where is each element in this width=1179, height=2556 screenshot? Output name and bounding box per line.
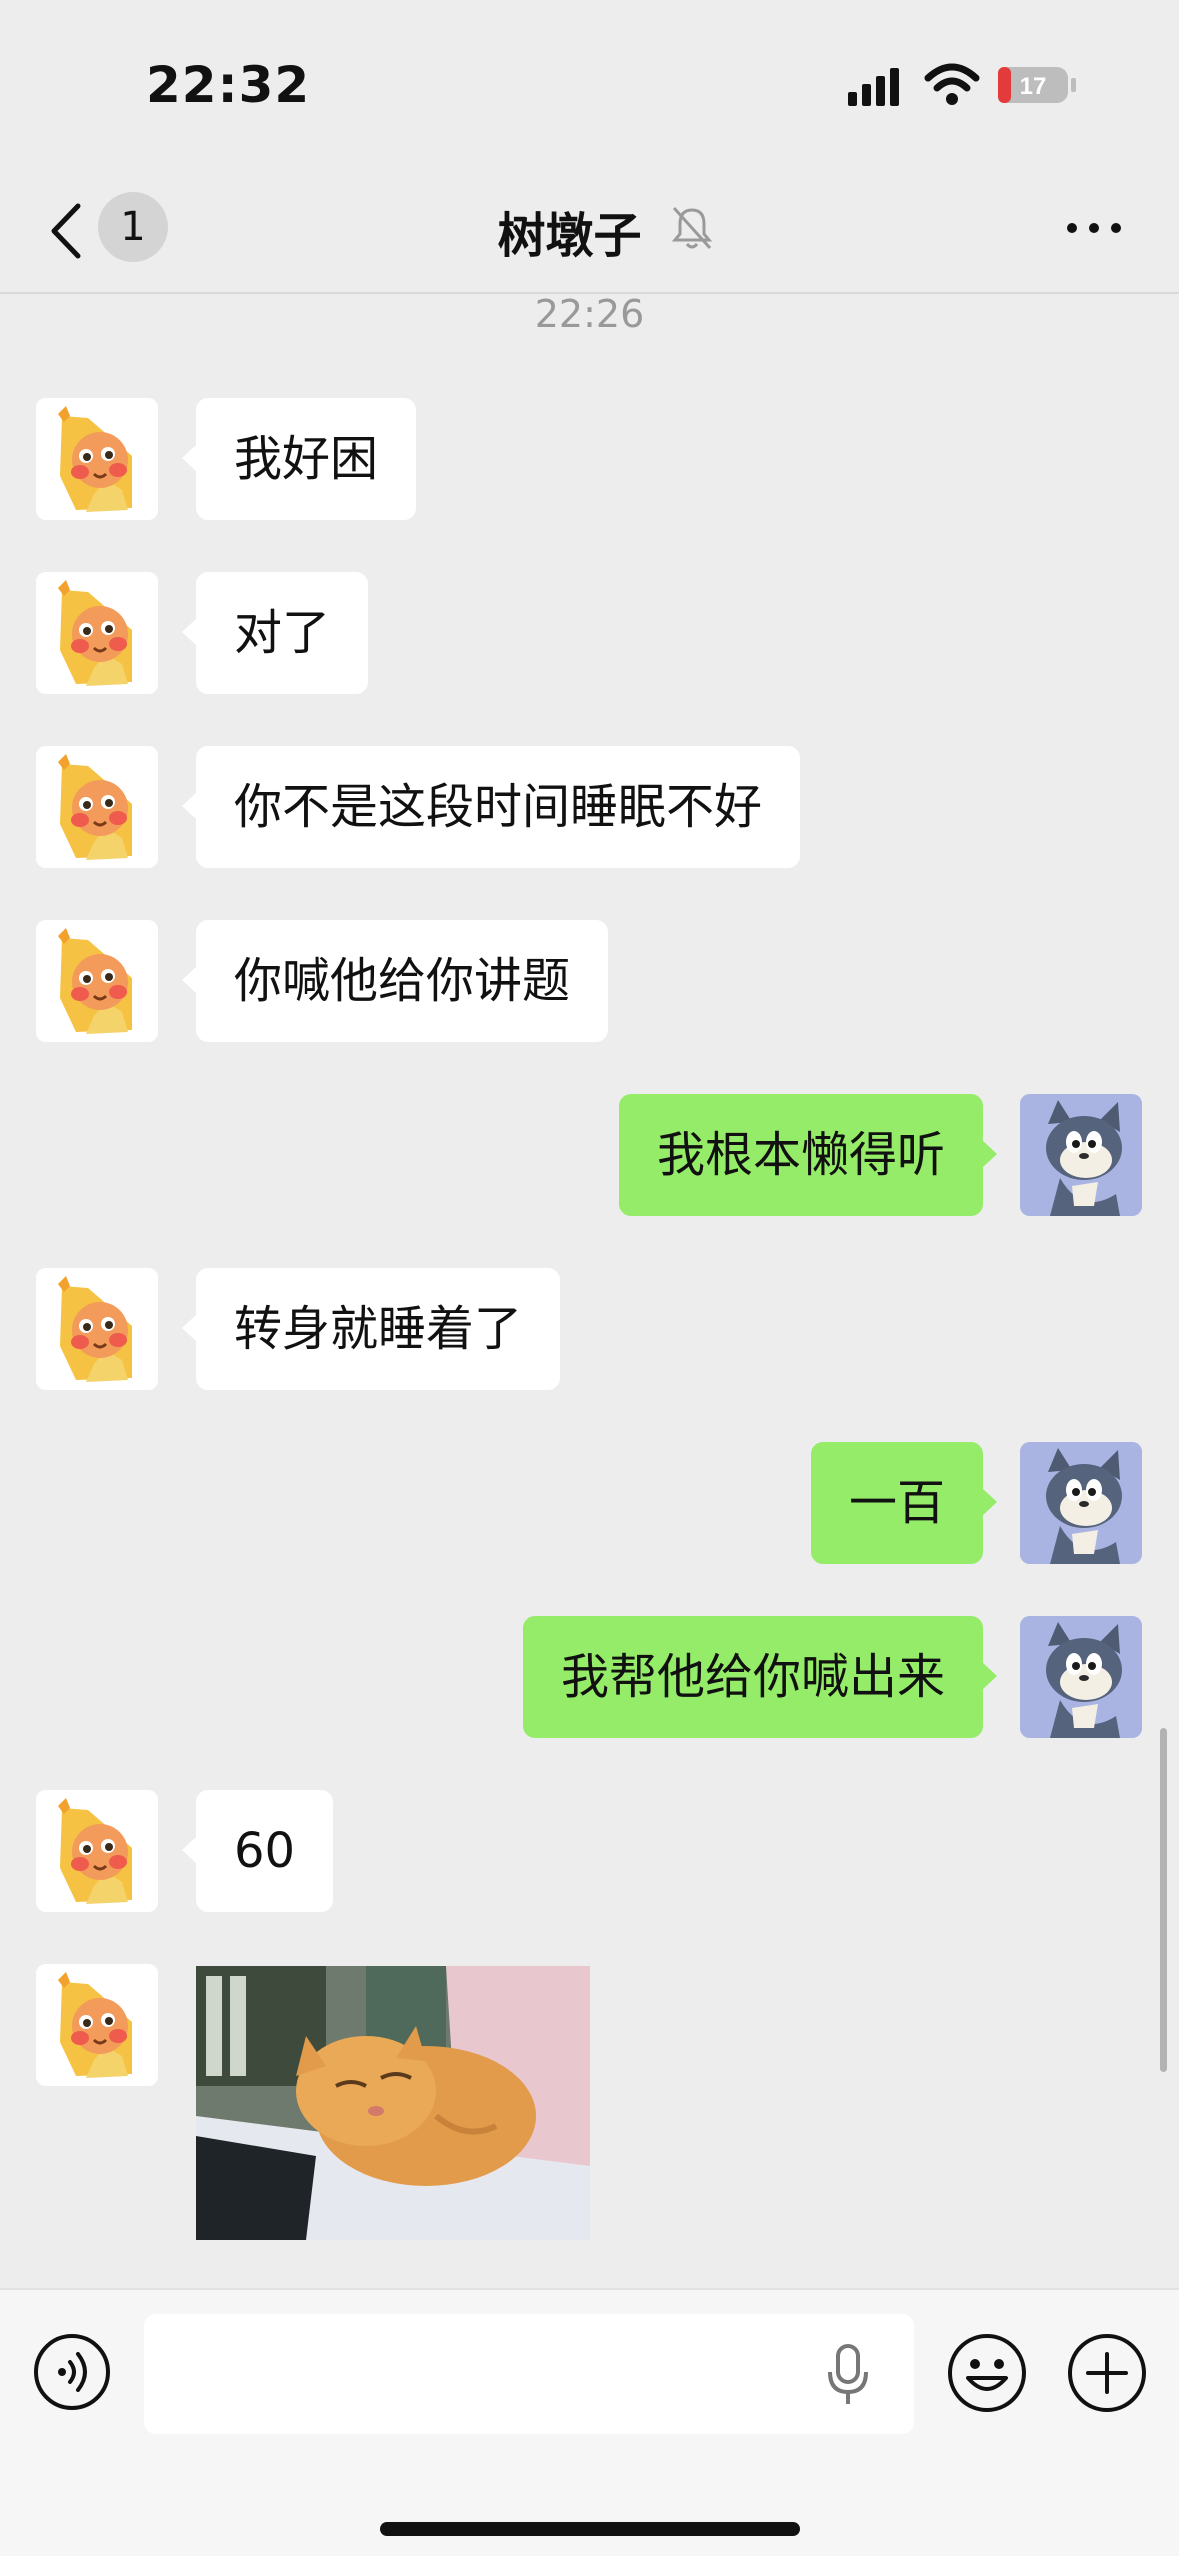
contact-avatar[interactable] <box>36 572 158 694</box>
home-indicator[interactable] <box>380 2522 800 2536</box>
mute-icon <box>671 206 713 250</box>
chat-screen: 22:32 17 1 树墩子 22:26 我好困 对了 你不是这段时间睡眠不好 … <box>0 0 1179 2556</box>
incoming-message-bubble[interactable]: 我好困 <box>181 398 417 520</box>
mic-icon[interactable] <box>824 2342 872 2408</box>
cellular-signal-icon <box>848 68 899 106</box>
my-avatar[interactable] <box>1020 1442 1142 1564</box>
incoming-message-bubble[interactable]: 60 <box>181 1790 334 1912</box>
voice-icon[interactable] <box>32 2332 112 2412</box>
contact-avatar[interactable] <box>36 1790 158 1912</box>
battery-level: 17 <box>1020 73 1047 100</box>
incoming-message-bubble[interactable]: 你不是这段时间睡眠不好 <box>181 746 801 868</box>
outgoing-message-bubble[interactable]: 一百 <box>810 1442 998 1564</box>
outgoing-message-bubble[interactable]: 我根本懒得听 <box>618 1094 998 1216</box>
more-icon[interactable] <box>1064 218 1124 238</box>
contact-avatar[interactable] <box>36 398 158 520</box>
my-avatar[interactable] <box>1020 1616 1142 1738</box>
status-bar: 22:32 17 <box>0 0 1179 170</box>
navigation-bar: 1 树墩子 <box>0 170 1179 294</box>
contact-avatar[interactable] <box>36 1964 158 2086</box>
plus-icon[interactable] <box>1066 2332 1148 2414</box>
incoming-message-bubble[interactable]: 对了 <box>181 572 369 694</box>
chat-title: 树墩子 <box>497 208 642 264</box>
outgoing-message-bubble[interactable]: 我帮他给你喊出来 <box>522 1616 998 1738</box>
battery-icon: 17 <box>998 67 1076 103</box>
message-timestamp: 22:26 <box>534 292 645 336</box>
incoming-message-bubble[interactable]: 转身就睡着了 <box>181 1268 561 1390</box>
message-input[interactable] <box>144 2314 914 2434</box>
incoming-message-bubble[interactable]: 你喊他给你讲题 <box>181 920 609 1042</box>
status-time: 22:32 <box>146 56 311 114</box>
emoji-icon[interactable] <box>946 2332 1028 2414</box>
image-message-sleeping-cat[interactable] <box>196 1966 590 2240</box>
chat-scrollbar[interactable] <box>1160 1728 1167 2072</box>
my-avatar[interactable] <box>1020 1094 1142 1216</box>
wifi-icon <box>924 63 980 105</box>
contact-avatar[interactable] <box>36 746 158 868</box>
contact-avatar[interactable] <box>36 920 158 1042</box>
contact-avatar[interactable] <box>36 1268 158 1390</box>
input-bar <box>0 2288 1179 2556</box>
